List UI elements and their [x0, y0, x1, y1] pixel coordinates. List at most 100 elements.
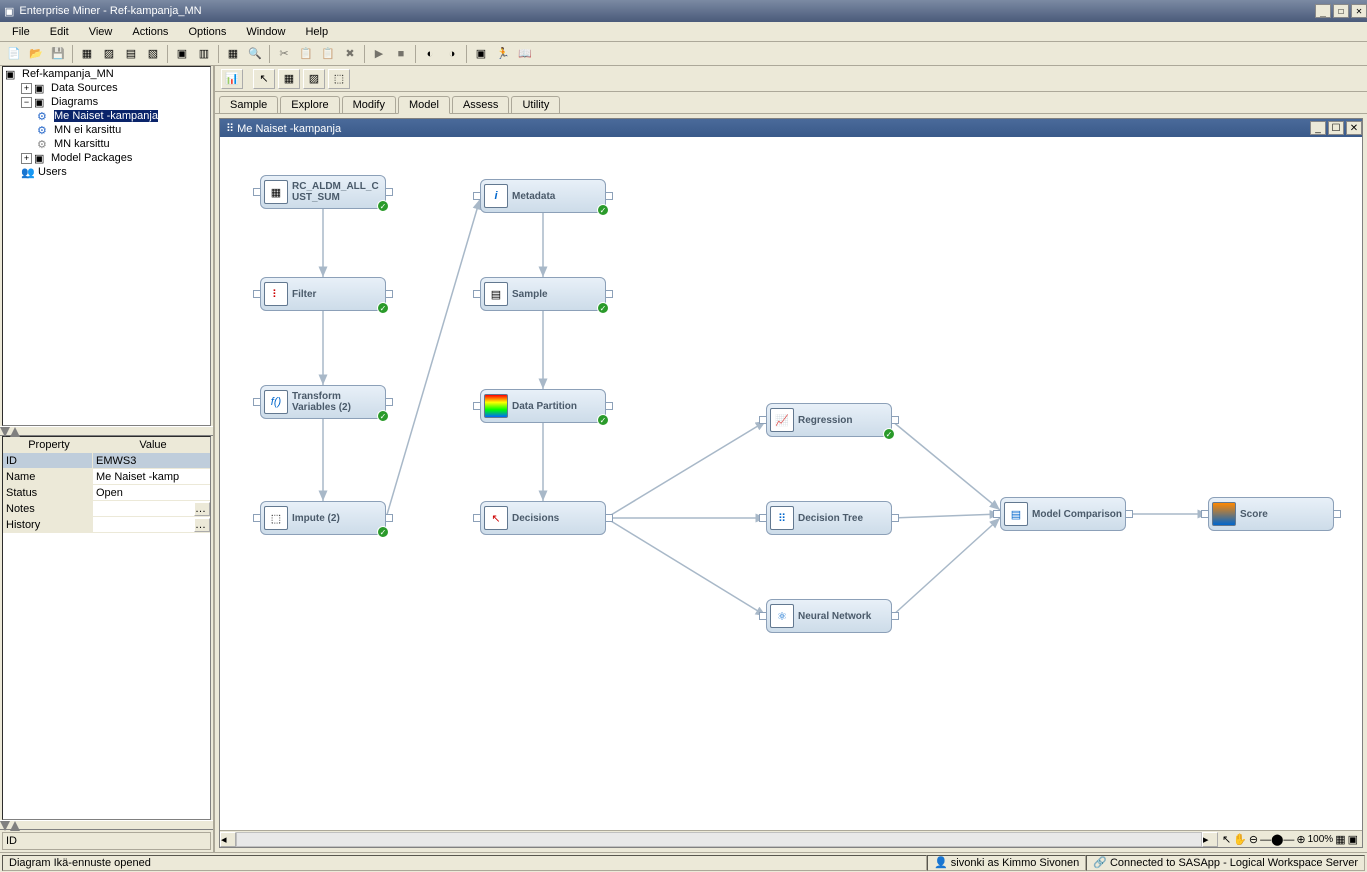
node-port-out[interactable] [385, 514, 393, 522]
node-port-out[interactable] [605, 514, 613, 522]
tool-13[interactable]: 📖 [515, 44, 535, 64]
prop-history[interactable]: History … [3, 517, 210, 533]
node-filter[interactable]: ⠇ Filter ✓ [260, 277, 386, 311]
panel-divider[interactable] [0, 426, 213, 436]
zoom-in-icon[interactable]: ⊕ [1296, 833, 1305, 846]
menu-edit[interactable]: Edit [42, 24, 77, 40]
minimize-button[interactable]: _ [1310, 121, 1326, 135]
tree-root[interactable]: ▣ Ref-kampanja_MN [3, 67, 210, 81]
tab-sample[interactable]: Sample [219, 96, 278, 113]
tool-11[interactable]: ▣ [471, 44, 491, 64]
node-port-out[interactable] [891, 514, 899, 522]
node-port-in[interactable] [759, 514, 767, 522]
tree-diagram-mn-karsittu[interactable]: ⚙ MN karsittu [3, 137, 210, 151]
menu-view[interactable]: View [81, 24, 121, 40]
menu-file[interactable]: File [4, 24, 38, 40]
menu-window[interactable]: Window [238, 24, 293, 40]
maximize-button[interactable]: ☐ [1333, 4, 1349, 18]
chart-icon[interactable]: 📊 [221, 69, 243, 89]
ellipsis-button[interactable]: … [194, 502, 210, 516]
close-button[interactable]: ✕ [1351, 4, 1367, 18]
diagram-canvas[interactable]: ▦ RC_ALDM_ALL_CUST_SUM ✓ ⠇ Filter ✓ f() … [220, 137, 1362, 830]
prop-notes[interactable]: Notes … [3, 501, 210, 517]
pointer-tool-icon[interactable]: ↖ [1222, 833, 1231, 846]
panel-divider[interactable] [0, 820, 213, 830]
tool-5[interactable]: ▣ [172, 44, 192, 64]
overview-icon[interactable]: ▦ [1335, 833, 1345, 846]
menu-options[interactable]: Options [180, 24, 234, 40]
expander-icon[interactable]: − [21, 97, 32, 108]
node-partition[interactable]: Data Partition ✓ [480, 389, 606, 423]
copy-button[interactable]: 📋 [296, 44, 316, 64]
fit-icon[interactable]: ▣ [1348, 833, 1358, 846]
tree-modelpackages[interactable]: + ▣ Model Packages [3, 151, 210, 165]
close-button[interactable]: ✕ [1346, 121, 1362, 135]
node-port-out[interactable] [891, 416, 899, 424]
pointer-icon[interactable]: ↖ [253, 69, 275, 89]
prop-status[interactable]: Status Open [3, 485, 210, 501]
tool-7[interactable]: ▦ [223, 44, 243, 64]
node-modelcomparison[interactable]: ▤ Model Comparison [1000, 497, 1126, 531]
stop-button[interactable]: ■ [391, 44, 411, 64]
tool-1[interactable]: ▦ [77, 44, 97, 64]
tool-12[interactable]: 🏃 [493, 44, 513, 64]
tree-diagram-menaiset[interactable]: ⚙ Me Naiset -kampanja [3, 109, 210, 123]
scroll-right-button[interactable]: ▸ [1202, 832, 1218, 847]
pan-tool-icon[interactable]: ✋ [1233, 833, 1247, 846]
expander-icon[interactable]: + [21, 83, 32, 94]
run-button[interactable]: ▶ [369, 44, 389, 64]
node-score[interactable]: Score [1208, 497, 1334, 531]
node-regression[interactable]: 📈 Regression ✓ [766, 403, 892, 437]
menu-help[interactable]: Help [297, 24, 336, 40]
tree-datasources[interactable]: + ▣ Data Sources [3, 81, 210, 95]
node-port-in[interactable] [253, 188, 261, 196]
tool-2[interactable]: ▨ [99, 44, 119, 64]
node-port-in[interactable] [993, 510, 1001, 518]
cut-button[interactable]: ✂ [274, 44, 294, 64]
zoom-slider[interactable]: —⬤— [1260, 833, 1294, 846]
node-port-in[interactable] [253, 290, 261, 298]
node-port-in[interactable] [473, 290, 481, 298]
project-tree[interactable]: ▣ Ref-kampanja_MN + ▣ Data Sources − ▣ D… [2, 66, 211, 426]
node-decisiontree[interactable]: ⠿ Decision Tree [766, 501, 892, 535]
node-datasource[interactable]: ▦ RC_ALDM_ALL_CUST_SUM ✓ [260, 175, 386, 209]
node-port-in[interactable] [759, 612, 767, 620]
prop-name[interactable]: Name Me Naiset -kamp [3, 469, 210, 485]
new-button[interactable]: 📄 [4, 44, 24, 64]
node-port-in[interactable] [473, 192, 481, 200]
expander-icon[interactable]: + [21, 153, 32, 164]
node-port-in[interactable] [473, 514, 481, 522]
node-port-in[interactable] [253, 514, 261, 522]
tool-10[interactable]: ◑ [442, 44, 462, 64]
zoom-out-icon[interactable]: ⊖ [1249, 833, 1258, 846]
node-port-out[interactable] [385, 398, 393, 406]
tool-6[interactable]: ▥ [194, 44, 214, 64]
tab-utility[interactable]: Utility [511, 96, 560, 113]
scrollbar-track[interactable] [236, 832, 1202, 847]
node-port-out[interactable] [605, 192, 613, 200]
save-button[interactable]: 💾 [48, 44, 68, 64]
tree-diagram-mn-ei[interactable]: ⚙ MN ei karsittu [3, 123, 210, 137]
node-transform[interactable]: f() Transform Variables (2) ✓ [260, 385, 386, 419]
menu-actions[interactable]: Actions [124, 24, 176, 40]
node-neuralnetwork[interactable]: ⚛ Neural Network [766, 599, 892, 633]
delete-button[interactable]: ✖ [340, 44, 360, 64]
tab-model[interactable]: Model [398, 96, 450, 114]
node-port-out[interactable] [605, 290, 613, 298]
tab-explore[interactable]: Explore [280, 96, 339, 113]
paste-button[interactable]: 📋 [318, 44, 338, 64]
node-port-out[interactable] [385, 290, 393, 298]
grid-icon[interactable]: ▦ [278, 69, 300, 89]
node-port-out[interactable] [1333, 510, 1341, 518]
node-metadata[interactable]: i Metadata ✓ [480, 179, 606, 213]
node-port-in[interactable] [759, 416, 767, 424]
node-port-in[interactable] [1201, 510, 1209, 518]
tree-users[interactable]: 👥 Users [3, 165, 210, 179]
node-port-out[interactable] [385, 188, 393, 196]
prop-id[interactable]: ID EMWS3 [3, 453, 210, 469]
tab-modify[interactable]: Modify [342, 96, 396, 113]
palette-icon[interactable]: ▨ [303, 69, 325, 89]
node-port-in[interactable] [473, 402, 481, 410]
maximize-button[interactable]: ☐ [1328, 121, 1344, 135]
minimize-button[interactable]: _ [1315, 4, 1331, 18]
